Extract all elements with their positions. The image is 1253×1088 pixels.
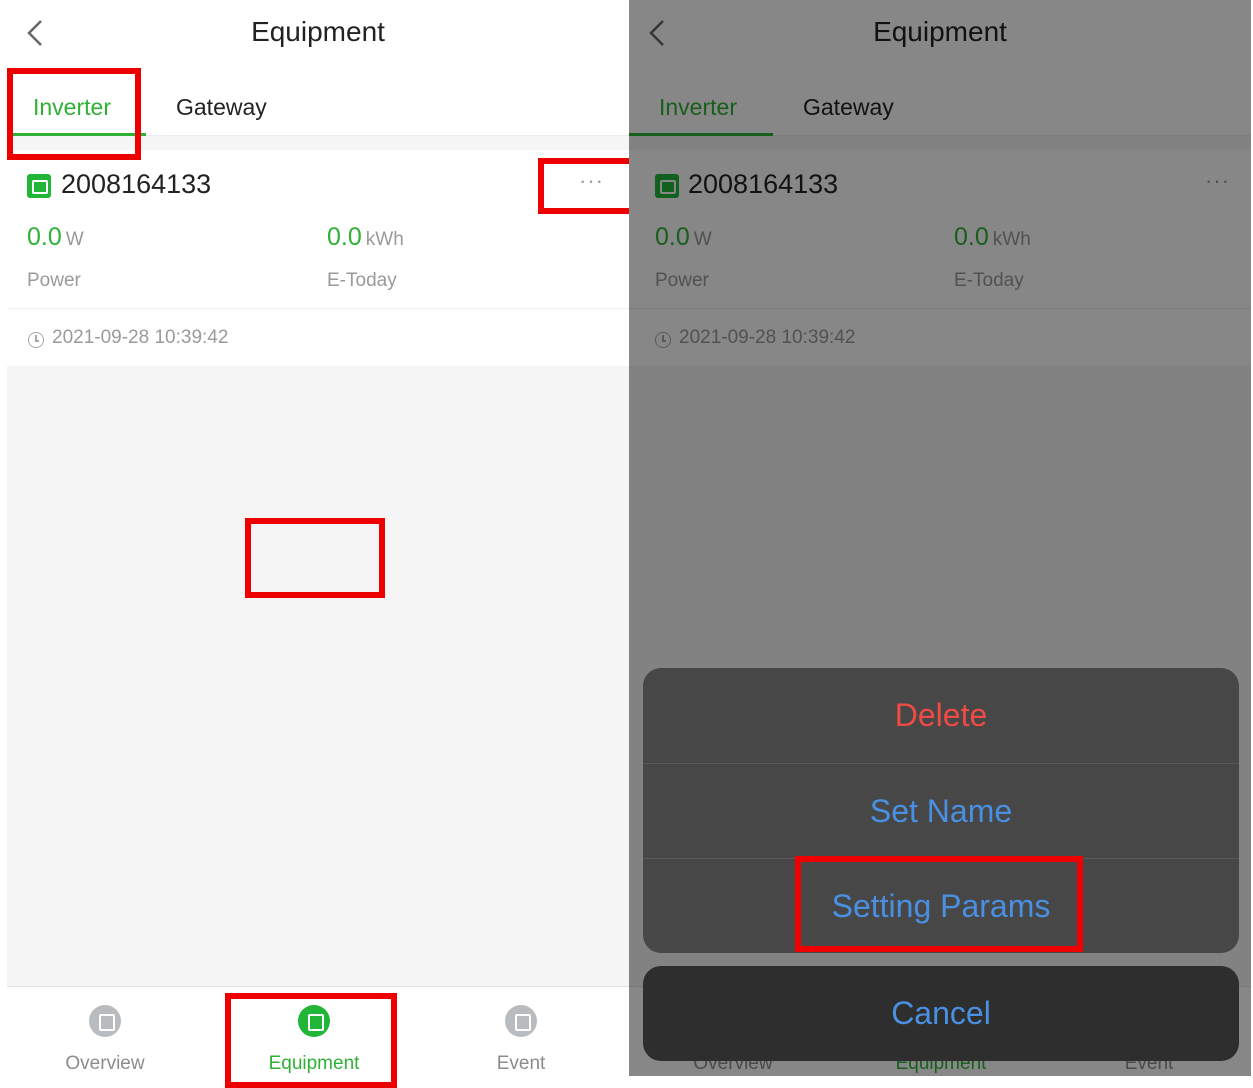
etoday-label: E-Today bbox=[327, 270, 397, 291]
nav-label-event: Event bbox=[496, 1053, 546, 1074]
event-icon bbox=[505, 1005, 537, 1037]
inverter-icon bbox=[27, 174, 51, 198]
cancel-button[interactable]: Cancel bbox=[643, 966, 1239, 1061]
clock-icon bbox=[28, 332, 44, 348]
device-name: 2008164133 bbox=[61, 169, 212, 199]
equipment-screen-right: Equipment Inverter Gateway 2008164133 ··… bbox=[629, 0, 1251, 1088]
equipment-screen-left: Equipment Inverter Gateway 2008164133 ··… bbox=[7, 0, 629, 1088]
delete-action[interactable]: Delete bbox=[643, 668, 1239, 763]
nav-event[interactable]: Event bbox=[431, 987, 611, 1088]
etoday-value-group: 0.0 kWh bbox=[327, 223, 404, 252]
page-title: Equipment bbox=[251, 16, 385, 47]
power-value: 0.0 bbox=[27, 223, 62, 251]
update-timestamp: 2021-09-28 10:39:42 bbox=[52, 327, 229, 348]
highlight-inverter-tab bbox=[7, 68, 141, 160]
device-card[interactable]: 2008164133 ··· 0.0 W Power 0.0 kWh E-Today… bbox=[7, 150, 629, 366]
highlight-more-button bbox=[538, 158, 629, 214]
set-name-action[interactable]: Set Name bbox=[643, 763, 1239, 858]
header: Equipment bbox=[7, 0, 629, 70]
overview-icon bbox=[89, 1005, 121, 1037]
highlight-empty-area bbox=[245, 518, 385, 598]
power-value-group: 0.0 W bbox=[27, 223, 84, 252]
highlight-setting-params bbox=[795, 856, 1083, 952]
power-label: Power bbox=[27, 270, 81, 291]
power-unit: W bbox=[65, 229, 84, 250]
highlight-equipment-nav bbox=[225, 993, 397, 1088]
bottom-strip bbox=[629, 1076, 1251, 1088]
card-divider bbox=[7, 308, 629, 309]
tab-gateway[interactable]: Gateway bbox=[176, 94, 267, 121]
etoday-value: 0.0 bbox=[327, 223, 362, 251]
nav-label-overview: Overview bbox=[65, 1053, 145, 1074]
nav-overview[interactable]: Overview bbox=[15, 987, 195, 1088]
etoday-unit: kWh bbox=[365, 229, 404, 250]
